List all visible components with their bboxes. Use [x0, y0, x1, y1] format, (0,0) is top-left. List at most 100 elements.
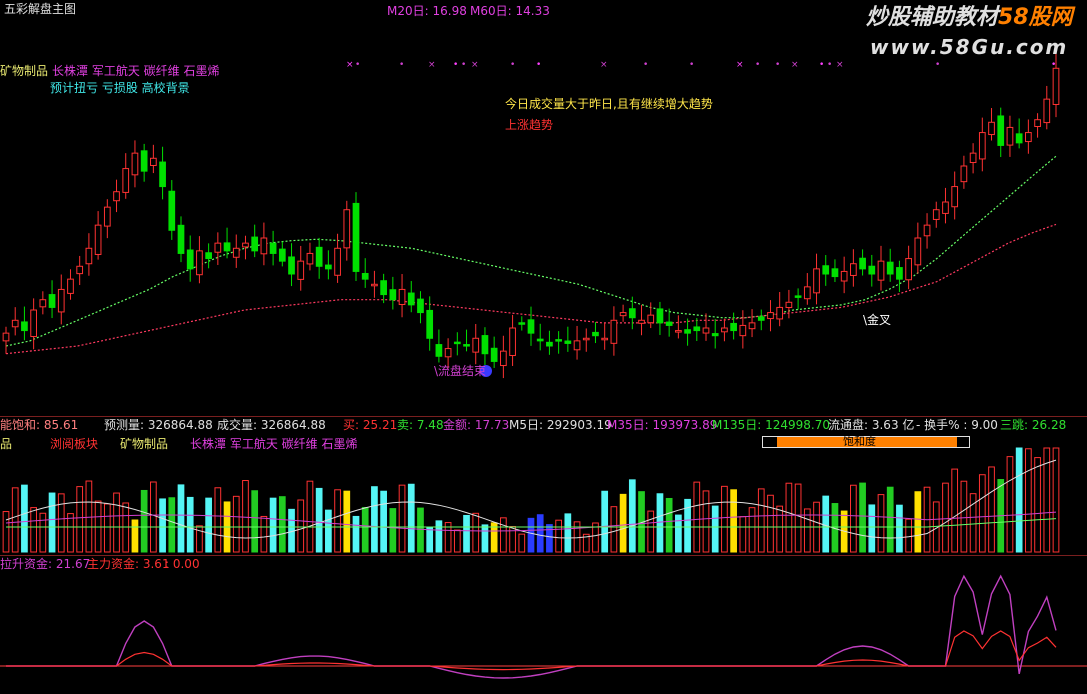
m135-value: M135日: 124998.70	[712, 418, 831, 432]
volume-bar	[453, 529, 461, 553]
candle-body	[665, 321, 673, 326]
watermark-text: 炒股辅助教材	[866, 5, 999, 30]
volume-bar	[278, 496, 286, 553]
volume-bar	[150, 481, 157, 553]
volume-bar	[39, 512, 47, 553]
concept-tags: 长株潭 军工航天 碳纤维 石墨烯	[52, 64, 220, 78]
candle-body	[932, 209, 940, 220]
volume-bar	[131, 519, 139, 553]
volume-bar	[665, 497, 673, 553]
candle-body	[389, 289, 397, 301]
candle-body	[490, 347, 498, 362]
volume-note: 今日成交量大于昨日,且有继续增大趋势	[505, 97, 713, 111]
volume-tag-left: 品	[0, 437, 13, 451]
ma20-label: M20日: 16.98	[387, 4, 467, 18]
volume-bar	[822, 495, 830, 553]
trend-note: 上涨趋势	[505, 118, 554, 132]
candle-body	[371, 283, 378, 287]
volume-bar	[988, 466, 995, 553]
candle-body	[546, 341, 553, 347]
signal-mark: ×	[791, 60, 799, 70]
ma60-label: M60日: 14.33	[470, 4, 550, 18]
saturation-value: 能饱和: 85.61	[0, 418, 79, 432]
volume-bar	[905, 518, 912, 553]
candle-body	[509, 327, 516, 357]
volume-bar	[628, 479, 636, 553]
volume-bar	[242, 480, 249, 553]
signal-mark: ×	[836, 60, 844, 70]
candle-body	[85, 247, 93, 265]
candle-body	[794, 295, 802, 298]
zero-line-label: : 0.00	[165, 557, 200, 571]
signal-mark: ×	[736, 60, 744, 70]
candle-body	[2, 332, 10, 342]
signal-mark: •	[827, 60, 832, 70]
candle-body	[923, 224, 931, 237]
golden-cross-label: \金叉	[863, 313, 892, 327]
candle-body	[767, 312, 774, 320]
candle-body	[11, 319, 19, 328]
candle-body	[1034, 119, 1041, 127]
watermark-site: 58股网	[998, 5, 1073, 30]
volume-bar	[877, 494, 885, 553]
volume-bar	[435, 520, 443, 553]
signal-mark: •	[689, 60, 694, 70]
candle-body	[269, 242, 277, 254]
volume-bar	[260, 515, 268, 553]
volume-bar	[168, 497, 176, 553]
main-capital-line	[6, 630, 1057, 671]
volume-bar	[500, 517, 507, 553]
volume-bar	[380, 490, 387, 553]
candle-body	[472, 337, 480, 353]
candle-body	[988, 121, 995, 136]
volume-bar	[214, 487, 222, 553]
candle-body	[850, 263, 857, 276]
candle-body	[610, 319, 618, 344]
candle-body	[619, 312, 627, 317]
volume-concept-tags: 长株潭 军工航天 碳纤维 石墨烯	[190, 437, 358, 451]
flow-end-label: \流盘结束	[434, 364, 487, 378]
candle-body	[159, 161, 166, 188]
signal-mark: •	[775, 60, 780, 70]
volume-bar	[748, 507, 756, 553]
candle-body	[343, 209, 351, 249]
volume-sector-tag: 矿物制品	[120, 437, 169, 451]
sanqu-value: 三跳: 26.28	[1000, 418, 1067, 432]
candle-body	[67, 278, 74, 294]
candle-body	[997, 115, 1005, 146]
volume-bar	[186, 496, 194, 553]
volume-bar	[297, 499, 305, 553]
volume-bar	[601, 490, 609, 553]
candle-body	[638, 319, 645, 324]
candle-body	[288, 256, 295, 275]
signal-mark: ×	[346, 60, 354, 70]
volume-bar	[757, 488, 765, 553]
volume-bar	[573, 521, 581, 553]
volume-bar	[785, 482, 793, 553]
main-capital: 主力资金: 3.61	[87, 557, 170, 571]
volume-bar	[564, 513, 572, 553]
signal-mark: •	[453, 60, 458, 70]
candle-body	[951, 186, 959, 208]
candle-body	[500, 350, 507, 367]
candle-body	[1052, 67, 1060, 105]
signal-mark: •	[755, 60, 760, 70]
volume-bar	[389, 508, 397, 553]
signal-mark: ×	[428, 60, 436, 70]
candle-body	[628, 308, 636, 319]
volume-bar	[546, 524, 553, 553]
candle-body	[840, 270, 848, 282]
candle-body	[361, 272, 369, 280]
volume-bar	[140, 489, 148, 553]
candle-body	[435, 344, 443, 357]
candle-body	[905, 258, 912, 281]
volume-bar	[159, 498, 166, 553]
candle-body	[684, 329, 691, 334]
candle-body	[868, 265, 876, 275]
candle-body	[647, 314, 655, 324]
candle-body	[131, 152, 139, 176]
candle-body	[481, 335, 489, 355]
candle-body	[205, 252, 212, 260]
volume-bar	[398, 484, 406, 553]
candle-body	[555, 339, 562, 342]
